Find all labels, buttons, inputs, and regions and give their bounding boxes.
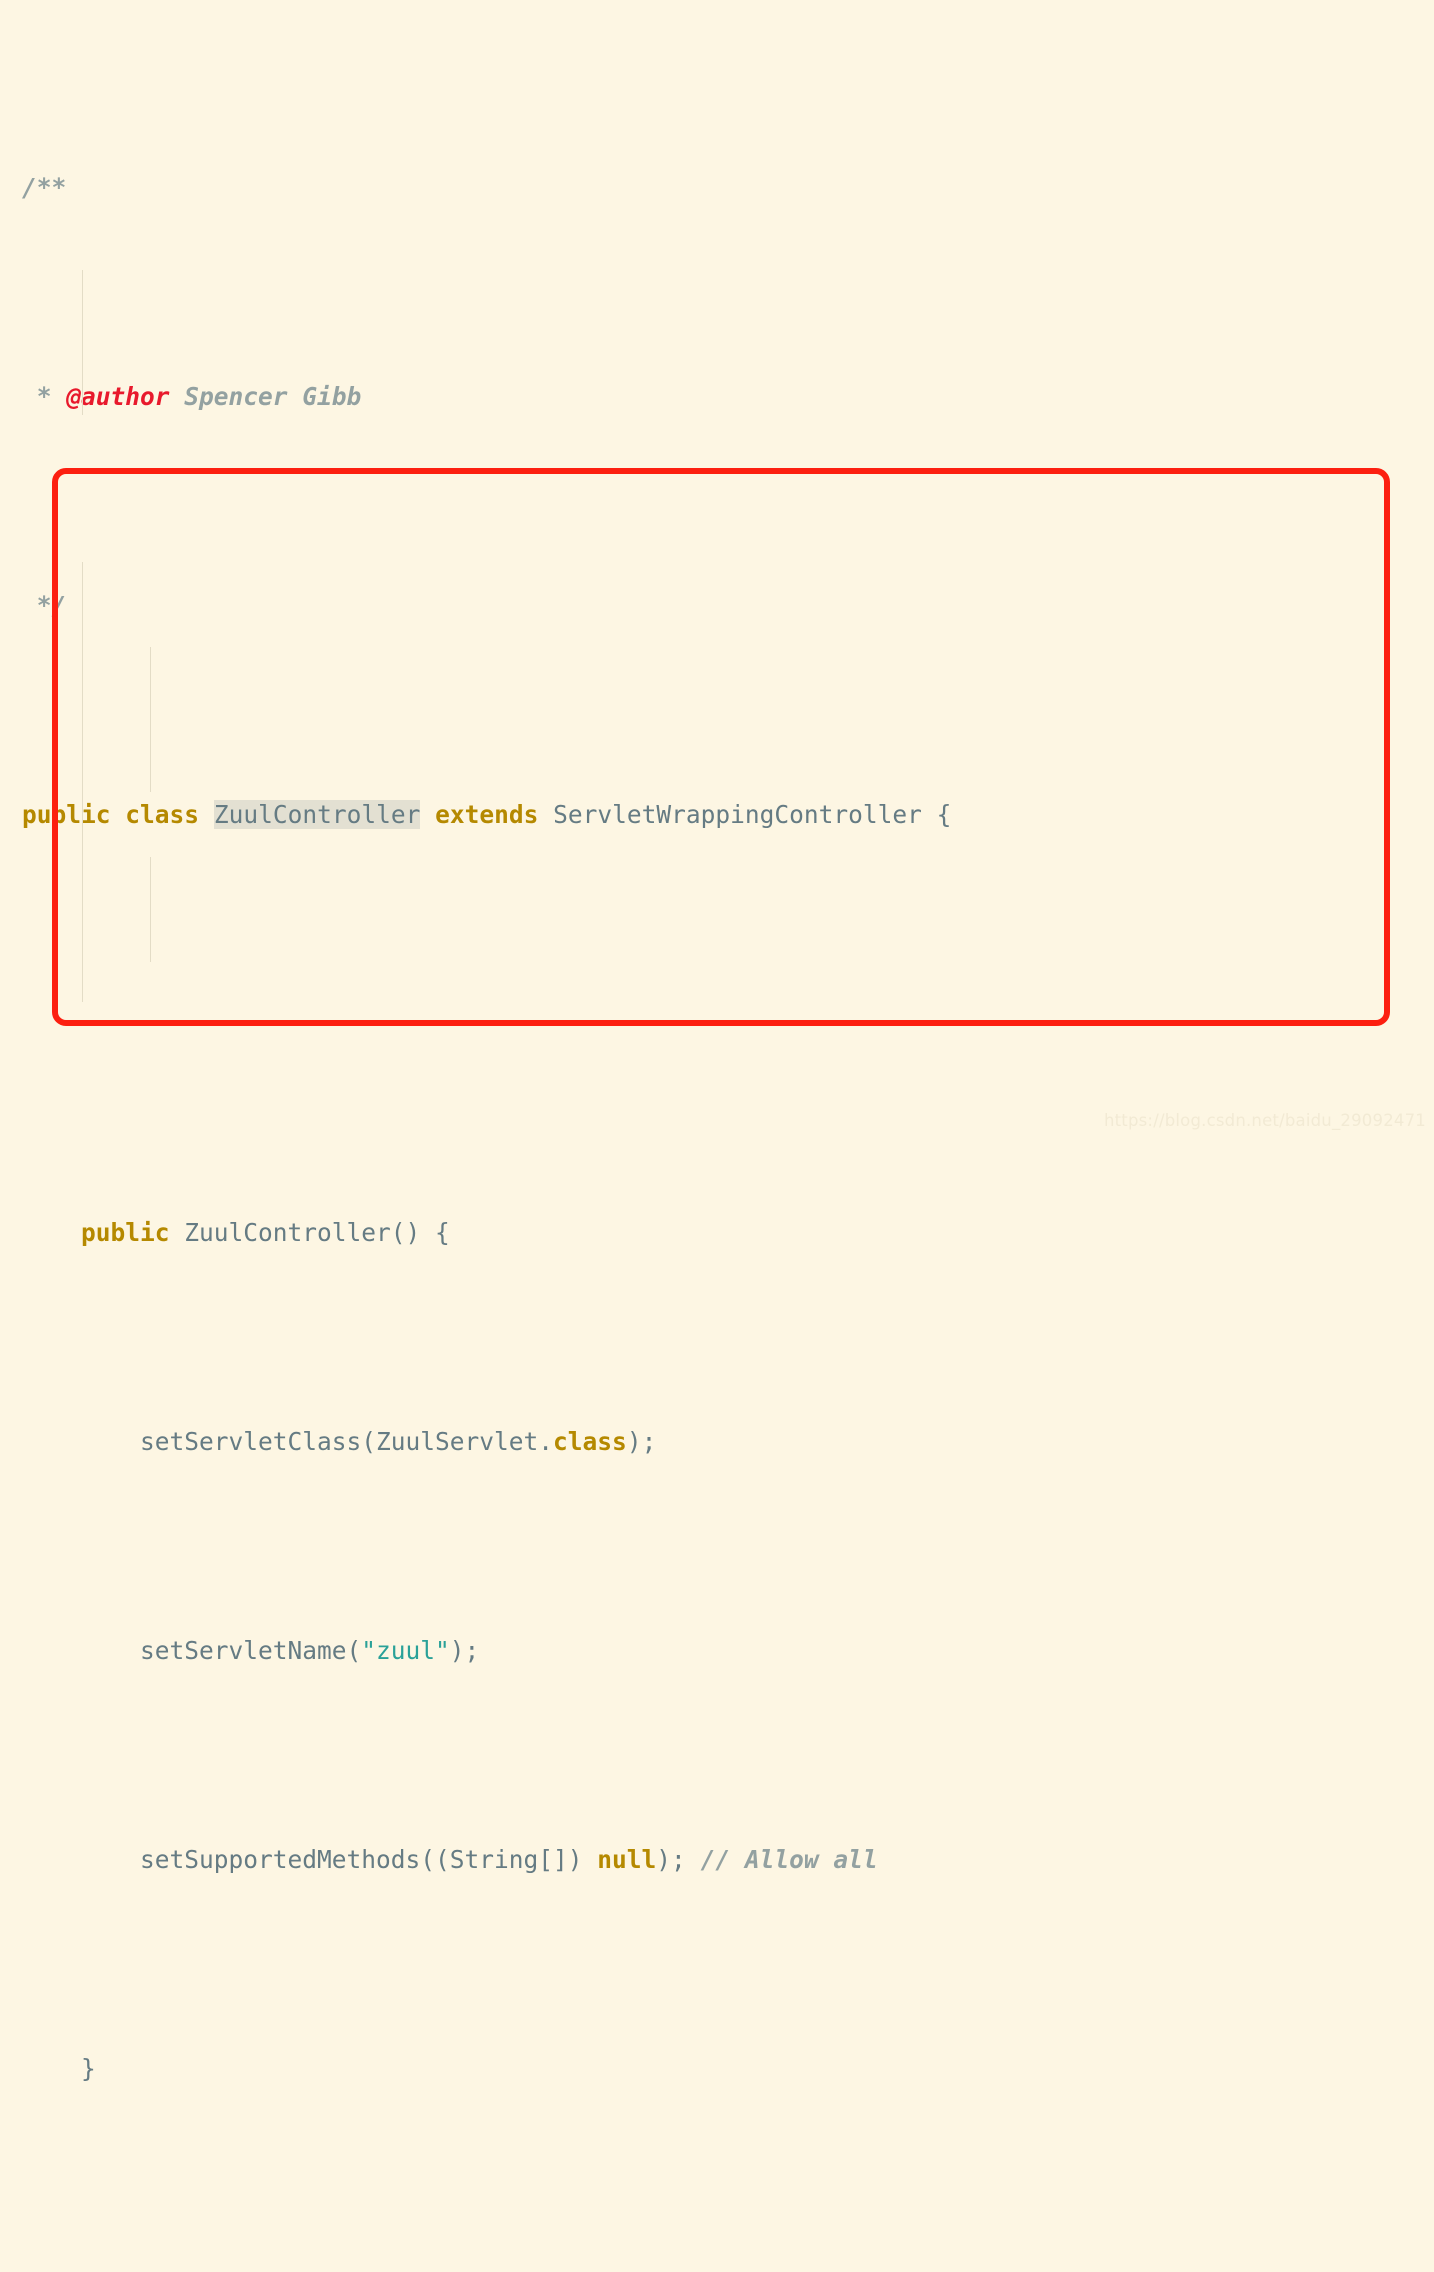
javadoc-close-token: */ — [22, 591, 67, 621]
keyword-class-literal: class — [553, 1427, 627, 1457]
code-line[interactable]: setServletClass(ZuulServlet.class); — [0, 1421, 1434, 1463]
code-line[interactable]: } — [0, 2048, 1434, 2090]
line-comment-allow-all: // Allow all — [700, 1845, 878, 1875]
indent-guide — [82, 270, 83, 415]
code-line[interactable]: * @author Spencer Gibb — [0, 376, 1434, 418]
dot: . — [538, 1427, 554, 1457]
code-content[interactable]: /** * @author Spencer Gibb */ public cla… — [0, 0, 1434, 2083]
statement-end: ); — [656, 1845, 701, 1875]
keyword-public: public — [22, 800, 111, 830]
statement-end: ); — [449, 1636, 480, 1666]
keyword-extends: extends — [435, 800, 539, 830]
superclass-name: ServletWrappingController { — [553, 800, 952, 830]
indent-guide — [150, 647, 151, 792]
indent-guide — [82, 562, 83, 1002]
keyword-public: public — [81, 1218, 170, 1248]
keyword-null: null — [597, 1845, 657, 1875]
code-line-blank[interactable] — [0, 2257, 1434, 2272]
indent-guide — [150, 857, 151, 962]
code-line[interactable]: /** — [0, 167, 1434, 209]
code-line[interactable]: */ — [0, 585, 1434, 627]
javadoc-open-token: /** — [22, 173, 67, 203]
watermark-text: https://blog.csdn.net/baidu_29092471 — [1103, 1111, 1426, 1130]
javadoc-author-name: Spencer Gibb — [169, 382, 362, 412]
string-literal-zuul: "zuul" — [361, 1636, 450, 1666]
statement-end: ); — [626, 1427, 657, 1457]
closing-brace: } — [81, 2054, 96, 2084]
code-line[interactable]: setSupportedMethods((String[]) null); //… — [0, 1839, 1434, 1881]
code-line[interactable]: setServletName("zuul"); — [0, 1630, 1434, 1672]
code-line[interactable]: public ZuulController() { — [0, 1212, 1434, 1254]
keyword-class: class — [125, 800, 200, 830]
code-editor-view: /** * @author Spencer Gibb */ public cla… — [0, 0, 1434, 2083]
code-line[interactable]: public class ZuulController extends Serv… — [0, 794, 1434, 836]
method-call-set-servlet-class: setServletClass(ZuulServlet — [140, 1427, 539, 1457]
method-call-set-supported-methods: setSupportedMethods((String[]) — [140, 1845, 598, 1875]
constructor-signature: ZuulController() { — [184, 1218, 450, 1248]
javadoc-star-token: * — [22, 382, 67, 412]
method-call-set-servlet-name: setServletName( — [140, 1636, 362, 1666]
class-name-selected: ZuulController — [213, 800, 421, 830]
code-line-blank[interactable] — [0, 1003, 1434, 1045]
